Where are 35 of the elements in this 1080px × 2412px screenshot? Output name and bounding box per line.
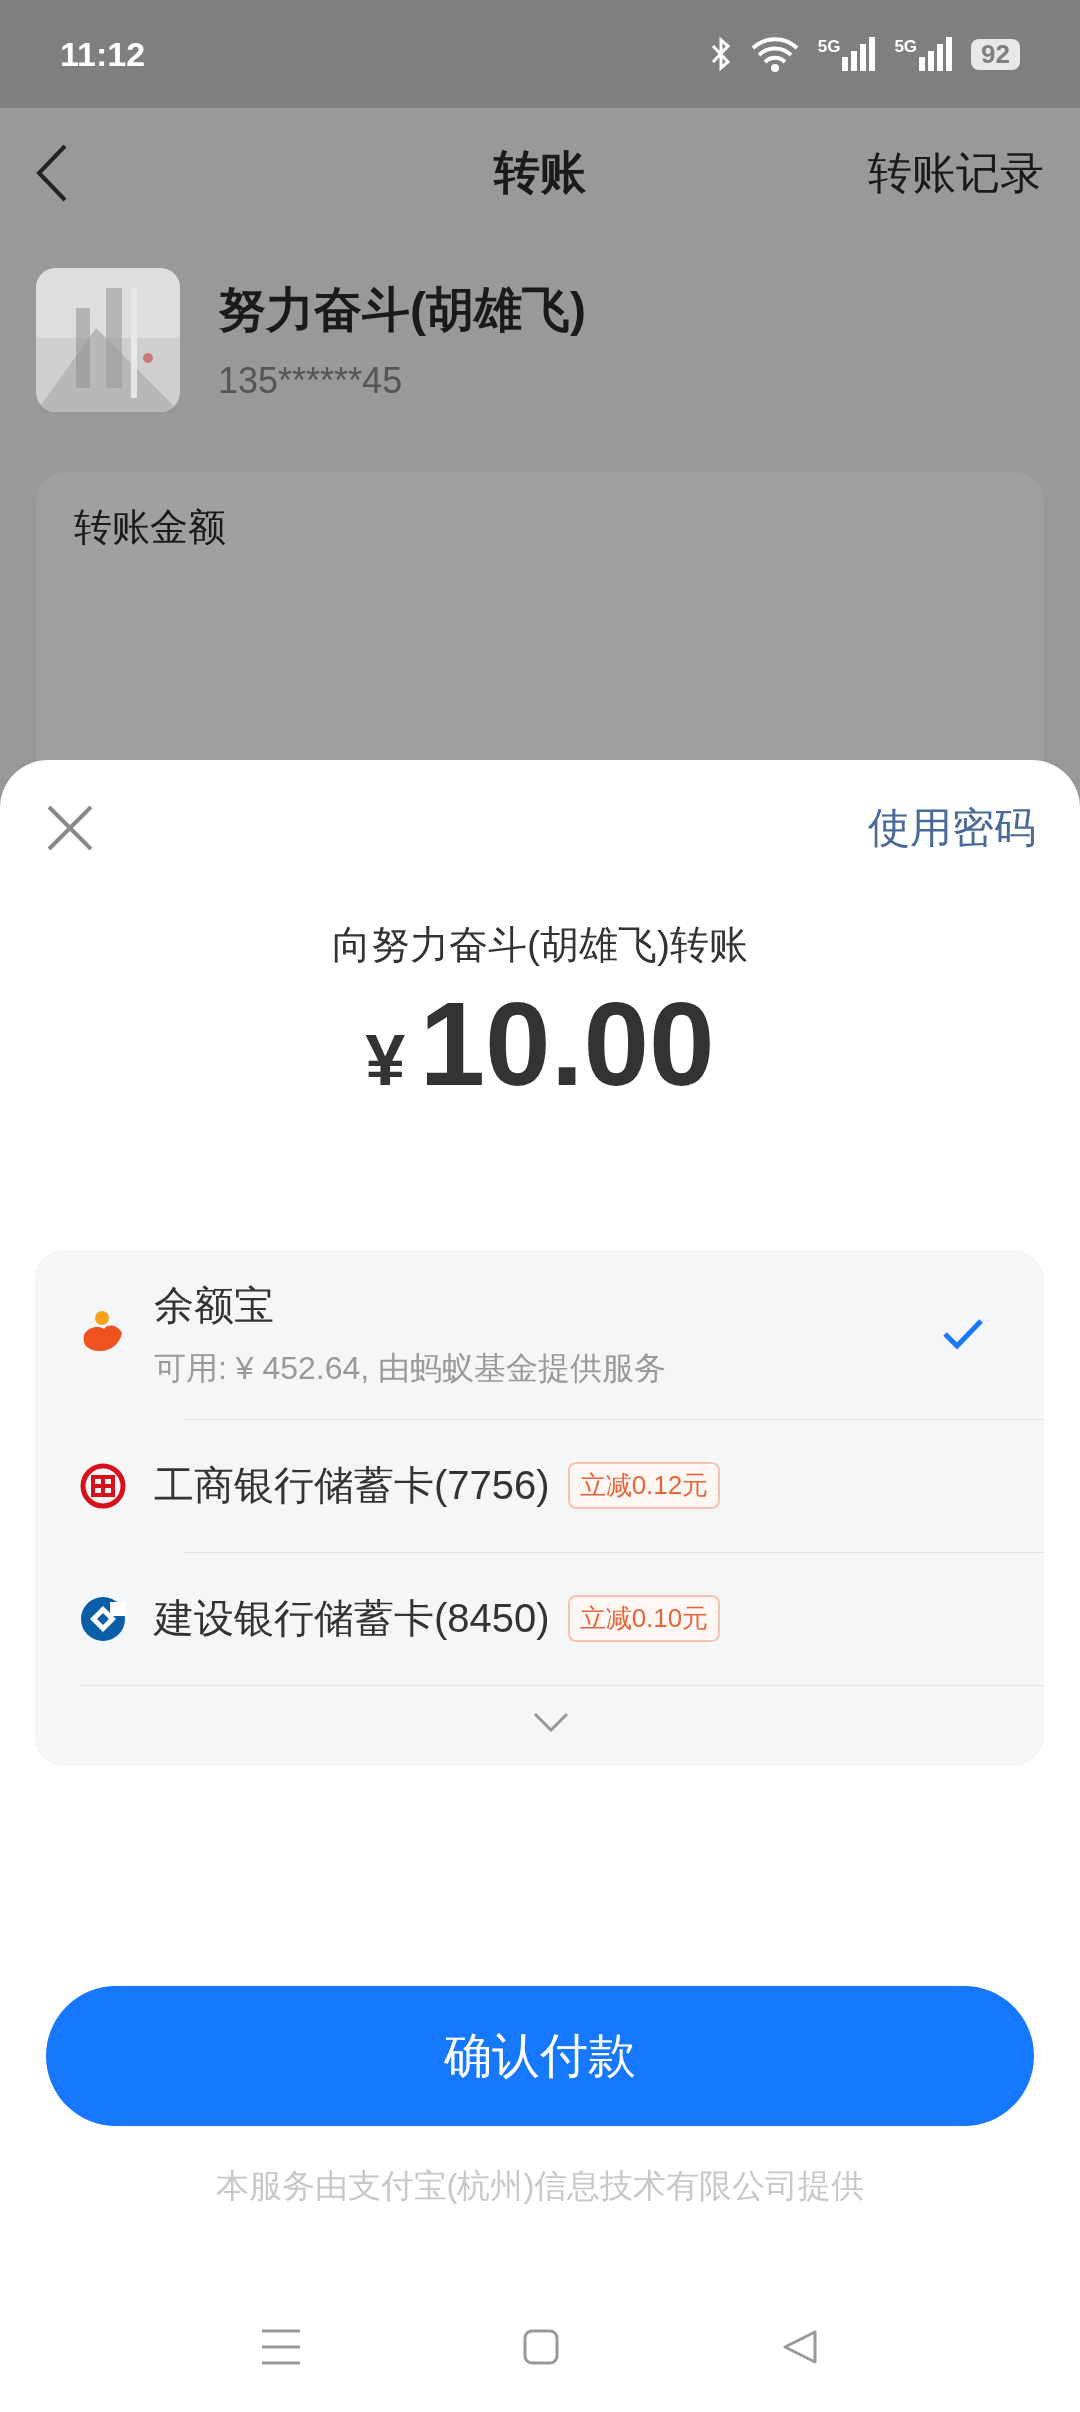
confirm-payment-button[interactable]: 确认付款 (46, 1985, 1034, 2126)
network-type: 5G (894, 37, 918, 57)
payment-method-row[interactable]: 建设银行储蓄卡(8450) 立减0.10元 (80, 1552, 1044, 1685)
bank-logo-icon (80, 1462, 126, 1509)
payment-amount: 10.00 (419, 980, 715, 1110)
status-time: 11:12 (60, 34, 146, 74)
battery-level: 92 (971, 38, 1020, 70)
method-name: 建设银行储蓄卡(8450) (154, 1595, 550, 1643)
discount-tag: 立减0.10元 (567, 1595, 721, 1643)
transfer-history-link[interactable]: 转账记录 (868, 143, 1044, 203)
method-name: 工商银行储蓄卡(7756) (154, 1462, 550, 1510)
currency-symbol: ¥ (365, 1019, 406, 1101)
recipient-name: 努力奋斗(胡雄飞) (218, 282, 586, 338)
bluetooth-icon (709, 37, 732, 71)
page-title: 转账 (494, 145, 586, 200)
close-icon[interactable] (46, 804, 94, 852)
chevron-down-icon[interactable] (532, 1711, 569, 1732)
amount-label: 转账金额 (74, 505, 227, 550)
discount-tag: 立减0.12元 (567, 1462, 721, 1510)
bank-logo-icon (80, 1595, 126, 1642)
back-button[interactable] (36, 144, 68, 202)
payment-method-row[interactable]: 工商银行储蓄卡(7756) 立减0.12元 (80, 1419, 1044, 1552)
home-icon[interactable] (523, 2329, 559, 2365)
payment-method-row[interactable]: 余额宝 可用: ¥ 452.64, 由蚂蚁基金提供服务 (80, 1249, 1044, 1419)
wifi-icon (749, 36, 800, 72)
network-type: 5G (817, 37, 841, 57)
use-password-link[interactable]: 使用密码 (868, 800, 1036, 856)
signal-icon (919, 37, 954, 71)
back-icon[interactable] (782, 2329, 819, 2365)
signal-icon (842, 37, 877, 71)
menu-icon[interactable] (261, 2329, 300, 2365)
recipient-phone: 135******45 (218, 360, 404, 402)
method-name: 余额宝 (154, 1281, 274, 1329)
method-detail: 可用: ¥ 452.64, 由蚂蚁基金提供服务 (154, 1348, 668, 1388)
payee-title: 向努力奋斗(胡雄飞)转账 (331, 922, 749, 968)
